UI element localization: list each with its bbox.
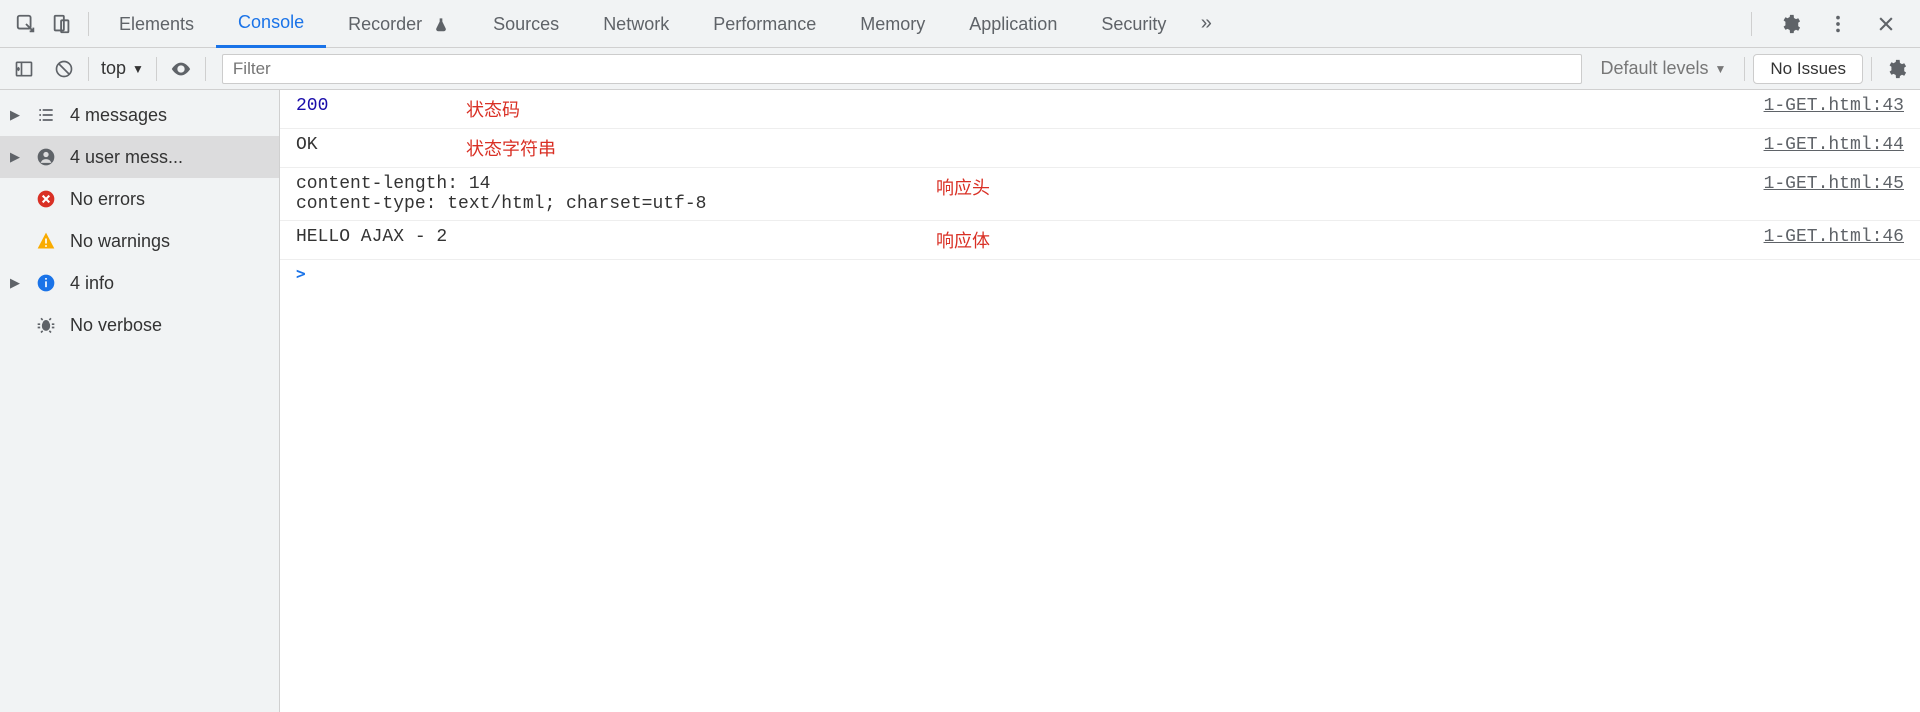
tab-console[interactable]: Console	[216, 0, 326, 48]
tab-elements[interactable]: Elements	[97, 0, 216, 48]
flask-icon	[433, 14, 449, 34]
console-output: 200状态码 1-GET.html:43 OK状态字符串 1-GET.html:44 c…	[280, 90, 1920, 712]
filter-input[interactable]	[222, 54, 1583, 84]
inspect-element-icon[interactable]	[8, 6, 44, 42]
issues-button[interactable]: No Issues	[1753, 54, 1863, 84]
sidebar-item-errors[interactable]: No errors	[0, 178, 279, 220]
caret-icon: ▶	[10, 107, 22, 123]
log-source-link[interactable]: 1-GET.html:43	[1764, 96, 1904, 116]
tab-application[interactable]: Application	[947, 0, 1079, 48]
tab-sources[interactable]: Sources	[471, 0, 581, 48]
divider	[1751, 12, 1752, 36]
chevron-down-icon: ▼	[132, 62, 144, 76]
sidebar-item-messages[interactable]: ▶ 4 messages	[0, 94, 279, 136]
log-annotation: 响应头	[936, 174, 1406, 200]
tab-memory[interactable]: Memory	[838, 0, 947, 48]
sidebar-label: No verbose	[70, 315, 162, 336]
tab-performance[interactable]: Performance	[691, 0, 838, 48]
close-devtools-icon[interactable]	[1868, 6, 1904, 42]
sidebar-item-verbose[interactable]: No verbose	[0, 304, 279, 346]
log-source-link[interactable]: 1-GET.html:44	[1764, 135, 1904, 155]
console-sidebar: ▶ 4 messages ▶ 4 user mess... No errors	[0, 90, 280, 712]
clear-console-icon[interactable]	[48, 53, 80, 85]
divider	[156, 57, 157, 81]
log-annotation: 响应体	[936, 227, 1406, 253]
toggle-sidebar-icon[interactable]	[8, 53, 40, 85]
sidebar-item-warnings[interactable]: No warnings	[0, 220, 279, 262]
sidebar-label: No warnings	[70, 231, 170, 252]
log-message: content-length: 14 content-type: text/ht…	[296, 174, 936, 214]
execution-context-select[interactable]: top ▼	[97, 58, 148, 79]
live-expression-eye-icon[interactable]	[165, 53, 197, 85]
console-gear-icon[interactable]	[1880, 53, 1912, 85]
log-annotation: 状态字符串	[466, 135, 936, 161]
sidebar-item-user-messages[interactable]: ▶ 4 user mess...	[0, 136, 279, 178]
console-prompt[interactable]: >	[280, 260, 1920, 287]
devtools-tabs-bar: Elements Console Recorder Sources Networ…	[0, 0, 1920, 48]
tab-recorder[interactable]: Recorder	[326, 0, 471, 48]
prompt-chevron-icon: >	[296, 264, 306, 283]
tab-security[interactable]: Security	[1079, 0, 1188, 48]
sidebar-label: No errors	[70, 189, 145, 210]
gear-icon[interactable]	[1772, 6, 1808, 42]
levels-label: Default levels	[1600, 58, 1708, 79]
divider	[205, 57, 206, 81]
caret-icon: ▶	[10, 149, 22, 165]
tab-network[interactable]: Network	[581, 0, 691, 48]
console-log-row: HELLO AJAX - 2响应体 1-GET.html:46	[280, 221, 1920, 260]
log-message: 200	[296, 96, 466, 116]
log-source-link[interactable]: 1-GET.html:46	[1764, 227, 1904, 247]
sidebar-item-info[interactable]: ▶ 4 info	[0, 262, 279, 304]
console-log-row: content-length: 14 content-type: text/ht…	[280, 168, 1920, 221]
sidebar-label: 4 messages	[70, 105, 167, 126]
kebab-menu-icon[interactable]	[1820, 6, 1856, 42]
sidebar-label: 4 info	[70, 273, 114, 294]
bug-icon	[34, 313, 58, 337]
user-icon	[34, 145, 58, 169]
info-icon	[34, 271, 58, 295]
log-levels-select[interactable]: Default levels ▼	[1590, 58, 1736, 79]
divider	[88, 12, 89, 36]
log-message: HELLO AJAX - 2	[296, 227, 936, 247]
chevron-down-icon: ▼	[1715, 62, 1727, 76]
list-icon	[34, 103, 58, 127]
log-source-link[interactable]: 1-GET.html:45	[1764, 174, 1904, 194]
main-area: ▶ 4 messages ▶ 4 user mess... No errors	[0, 90, 1920, 712]
device-toolbar-icon[interactable]	[44, 6, 80, 42]
divider	[1744, 57, 1745, 81]
warning-icon	[34, 229, 58, 253]
caret-icon: ▶	[10, 275, 22, 291]
more-tabs-icon[interactable]: »	[1188, 6, 1224, 42]
sidebar-label: 4 user mess...	[70, 147, 183, 168]
log-annotation: 状态码	[466, 96, 936, 122]
tab-recorder-label: Recorder	[348, 14, 422, 34]
console-log-row: OK状态字符串 1-GET.html:44	[280, 129, 1920, 168]
context-label: top	[101, 58, 126, 79]
console-log-row: 200状态码 1-GET.html:43	[280, 90, 1920, 129]
console-filter-bar: top ▼ Default levels ▼ No Issues	[0, 48, 1920, 90]
divider	[1871, 57, 1872, 81]
error-icon	[34, 187, 58, 211]
divider	[88, 57, 89, 81]
log-message: OK	[296, 135, 466, 155]
